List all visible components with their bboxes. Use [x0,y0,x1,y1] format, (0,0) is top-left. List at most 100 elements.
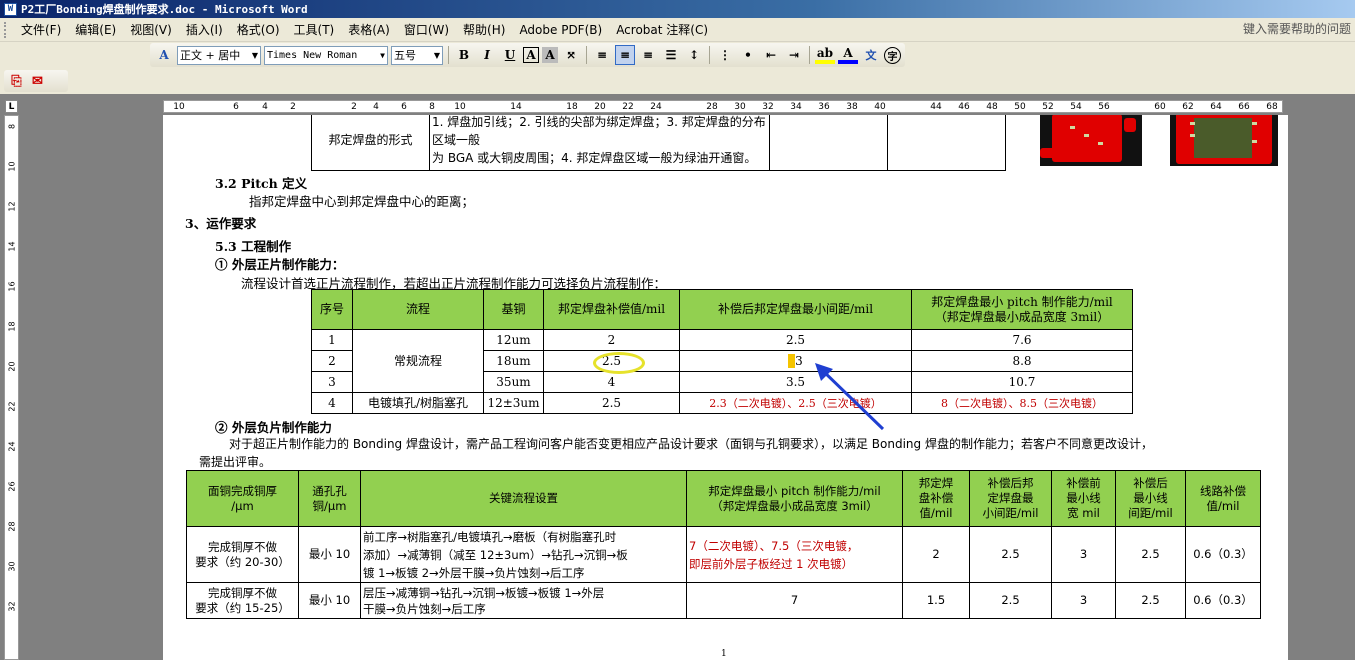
menu-window[interactable]: 窗口(W) [397,20,456,40]
vertical-ruler-tick-label: 26 [7,481,17,492]
document-page[interactable]: 邦定焊盘的形式 1. 焊盘加引线；2. 引线的尖部为绑定焊盘；3. 邦定焊盘的分… [163,115,1288,660]
pcb-pad [1083,133,1089,137]
vertical-ruler[interactable]: 8 10 12 14 16 18 20 22 24 26 28 30 32 [0,115,22,660]
table2-header-cu-2: /μm [231,498,254,513]
enclose-char-icon[interactable]: 字 [884,46,901,64]
table1-cell: 2.5 [679,329,912,351]
ruler-tick-label: 4 [373,102,379,112]
pcb-mask [1193,117,1252,158]
pcb-copper [1123,117,1136,132]
pcb-pad [1189,133,1195,137]
table2-header-comp-2: 盘补偿 [918,491,954,505]
ruler-tick-label: 64 [1210,102,1222,112]
convert-and-email-icon[interactable]: ✉ [29,73,46,90]
increase-indent-icon[interactable]: ⇥ [784,45,804,65]
section-3-title: 3、运作要求 [185,216,257,231]
table1-header-pitch: 邦定焊盘最小 pitch 制作能力/mil （邦定焊盘最小成品宽度 3mil） [911,289,1133,330]
help-search-input[interactable]: 键入需要帮助的问题 [1243,20,1355,38]
font-size-dropdown[interactable]: 五号 ▼ [391,45,443,65]
ruler-tick-label: 18 [566,102,578,112]
table1-header-gap: 补偿后邦定焊盘最小间距/mil [679,289,912,330]
ruler-strip[interactable]: 10 6 4 2 2 4 6 8 10 14 18 20 22 24 28 30 32 34 36 38 40 44 46 4… [163,100,1283,113]
vertical-ruler-tick-label: 28 [7,521,17,532]
italic-button[interactable]: I [477,45,497,65]
underline-button[interactable]: U [500,45,520,65]
menu-help[interactable]: 帮助(H) [456,20,512,40]
table2-header-hole-1: 通孔孔 [312,483,347,498]
table2-cell-flow: 前工序→树脂塞孔/电镀填孔→磨板（有树脂塞孔时 添加）→减薄铜（减至 12±3u… [360,526,687,583]
char-scale-icon[interactable]: ⤧ [561,45,581,65]
menu-adobe-pdf[interactable]: Adobe PDF(B) [512,20,609,40]
table1-cell: 18um [483,350,544,372]
convert-to-pdf-icon[interactable]: ⎘ [8,73,25,90]
menu-format[interactable]: 格式(O) [230,20,287,40]
table2-cell: 2.5 [969,526,1052,583]
decrease-indent-icon[interactable]: ⇤ [761,45,781,65]
tab-selector-icon[interactable]: L [5,100,18,113]
ruler-tick-label: 6 [233,102,239,112]
menu-view[interactable]: 视图(V) [123,20,179,40]
table2-cell: 0.6（0.3） [1185,526,1261,583]
menu-insert[interactable]: 插入(I) [179,20,230,40]
ruler-tick-label: 40 [874,102,886,112]
vertical-ruler-tick-label: 10 [7,161,17,172]
menu-file[interactable]: 文件(F) [14,20,68,40]
ruler-tick-label: 36 [818,102,830,112]
char-border-icon[interactable]: A [523,47,539,63]
ruler-tick-label: 6 [401,102,407,112]
menu-acrobat-comments[interactable]: Acrobat 注释(C) [609,20,715,40]
pcb-image-cell-2 [887,115,1278,171]
table2-cell-flow-1: 层压→减薄铜→钻孔→沉铜→板镀→板镀 1→外层 [363,585,605,600]
phonetic-guide-icon[interactable]: 文 [861,45,881,65]
table2-header-gap-2: 定焊盘最 [987,491,1034,505]
ruler-tick-label: 46 [958,102,970,112]
ruler-tick-label: 48 [986,102,998,112]
bonding-form-line1: 1. 焊盘加引线；2. 引线的尖部为绑定焊盘；3. 邦定焊盘的分布区域一般 [432,115,766,147]
char-shading-icon[interactable]: A [542,47,558,63]
highlight-icon[interactable]: ab [815,46,835,64]
bullets-icon[interactable]: • [738,45,758,65]
ruler-tick-label: 4 [262,102,268,112]
menu-tools[interactable]: 工具(T) [287,20,342,40]
horizontal-ruler[interactable]: L 10 6 4 2 2 4 6 8 10 14 18 20 22 24 28 30 32 34 36 38 40 44 4… [0,97,1355,115]
ruler-tick-label: 68 [1266,102,1278,112]
font-color-icon[interactable]: A [838,46,858,64]
font-dropdown[interactable]: Times New Roman ▼ [264,45,388,65]
highlight-circle [593,352,645,374]
section-5-3-title: 5.3 工程制作 [215,239,292,254]
table2-header-gap-3: 小间距/mil [982,506,1039,520]
align-center-icon[interactable]: ≡ [615,45,635,65]
table1-cell: 1 [311,329,353,351]
ruler-tick-label: 60 [1154,102,1166,112]
table2-cell-pitch: 7（二次电镀）、7.5（三次电镀， 即层前外层子板经过 1 次电镀） [686,526,903,583]
align-justify-icon[interactable]: ☰ [661,45,681,65]
pcb-pad [1097,141,1103,145]
align-left-icon[interactable]: ≡ [592,45,612,65]
style-dropdown[interactable]: 正文 + 居中 ▼ [177,45,261,65]
vertical-ruler-tick-label: 18 [7,321,17,332]
table2-header-ls-2: 最小线 [1133,491,1168,505]
section-3-2-text: 指邦定焊盘中心到邦定焊盘中心的距离； [249,194,475,209]
line-spacing-icon[interactable]: ↕ [684,45,704,65]
bold-button[interactable]: B [454,45,474,65]
align-right-icon[interactable]: ≡ [638,45,658,65]
positive-capability-table: 序号 流程 基铜 邦定焊盘补偿值/mil 补偿后邦定焊盘最小间距/mil 邦定焊… [311,289,1133,414]
word-doc-icon: W [4,2,17,16]
vertical-ruler-tick-label: 32 [7,601,17,612]
numbering-icon[interactable]: ⋮ [715,45,735,65]
styles-pane-icon[interactable]: A [154,45,174,65]
toolbar-grip[interactable] [4,21,8,38]
vertical-ruler-tick-label: 24 [7,441,17,452]
table2-cell: 2.5 [969,582,1052,619]
ruler-tick-label: 52 [1042,102,1054,112]
menu-edit[interactable]: 编辑(E) [68,20,123,40]
menu-table[interactable]: 表格(A) [341,20,397,40]
font-size-value: 五号 [394,49,416,62]
ruler-tick-label: 2 [351,102,357,112]
ruler-tick-label: 10 [454,102,466,112]
table2-header-lc-2: 值/mil [1206,498,1240,513]
ruler-tick-label: 24 [650,102,662,112]
vertical-ruler-strip[interactable]: 8 10 12 14 16 18 20 22 24 26 28 30 32 [4,115,19,660]
table2-header-gap-1: 补偿后邦 [987,476,1034,490]
table2-header-ls: 补偿后 最小线 间距/mil [1115,470,1186,527]
